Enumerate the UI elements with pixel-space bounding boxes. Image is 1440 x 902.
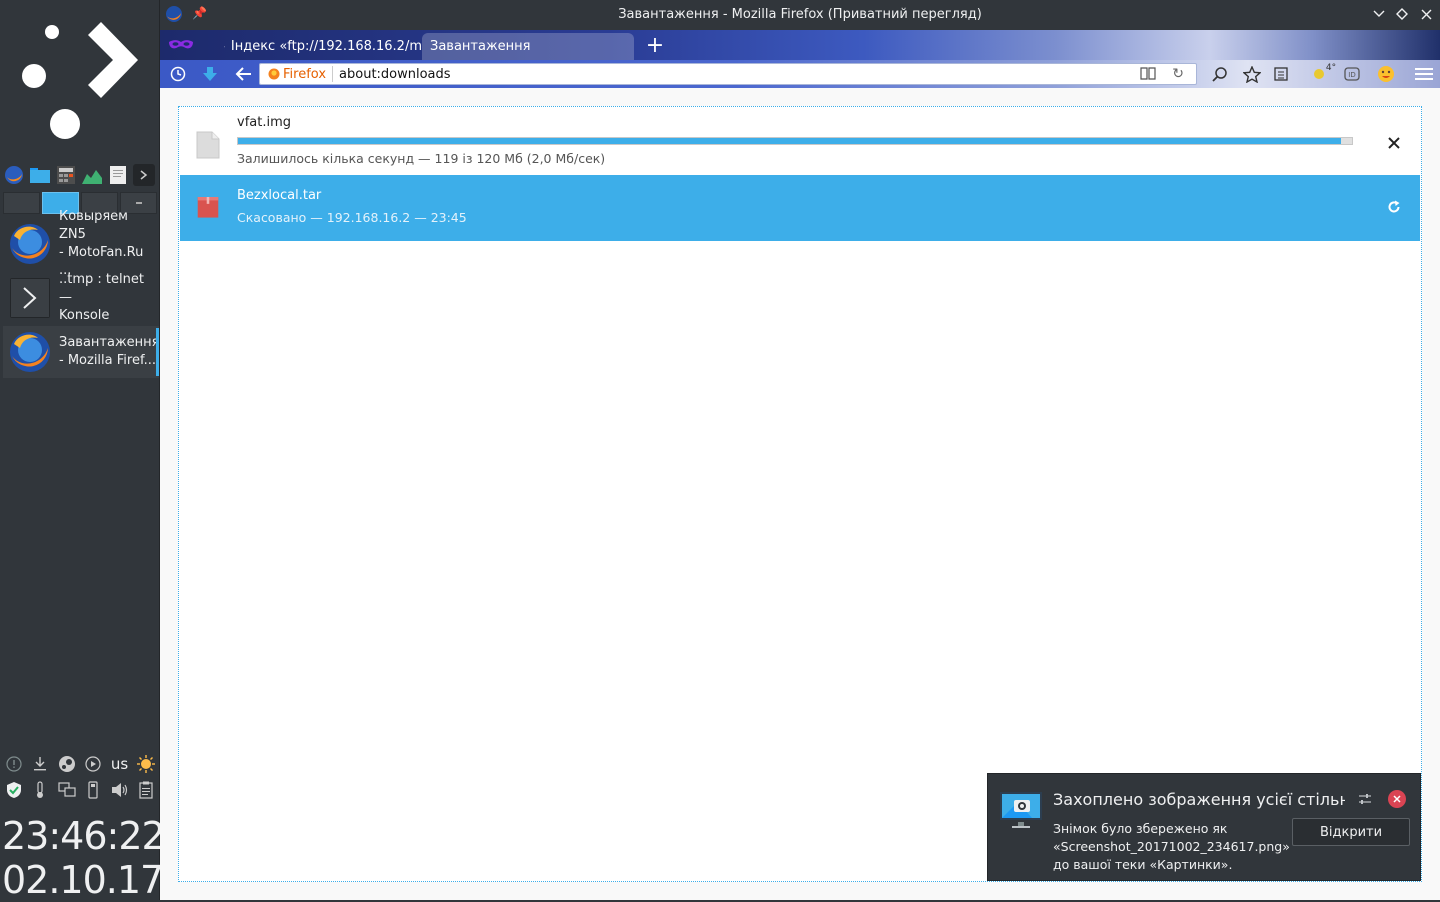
usb-device-icon[interactable] bbox=[83, 780, 103, 800]
firefox-icon bbox=[268, 68, 280, 80]
window-titlebar[interactable]: 📌 Завантаження - Mozilla Firefox (Приват… bbox=[160, 0, 1440, 30]
url-text[interactable]: about:downloads bbox=[339, 67, 451, 82]
downloads-arrow-icon[interactable] bbox=[200, 64, 220, 84]
file-icon bbox=[196, 131, 220, 159]
weather-temperature: 4° bbox=[1326, 63, 1336, 73]
window-title: Завантаження - Mozilla Firefox (Приватни… bbox=[160, 7, 1440, 22]
firefox-icon bbox=[7, 329, 53, 375]
screenshot-notification[interactable]: Захоплено зображення усієї стільн... Зні… bbox=[987, 773, 1421, 881]
notification-settings-icon[interactable] bbox=[1356, 790, 1374, 808]
reader-view-icon[interactable] bbox=[1140, 66, 1156, 84]
left-panel: Ковыряем ZN5 - MotoFan.Ru ... ..tmp : te… bbox=[0, 0, 160, 900]
bookmark-star-icon[interactable] bbox=[1242, 64, 1262, 84]
task-manager: Ковыряем ZN5 - MotoFan.Ru ... ..tmp : te… bbox=[3, 218, 159, 380]
retry-download-button[interactable] bbox=[1384, 197, 1404, 217]
download-status: Скасовано — 192.168.16.2 — 23:45 bbox=[237, 210, 467, 225]
system-tray: us bbox=[4, 752, 156, 804]
weather-sun-icon[interactable] bbox=[136, 754, 156, 774]
page-icon bbox=[224, 39, 225, 55]
history-clock-icon[interactable] bbox=[168, 64, 188, 84]
maximize-button[interactable] bbox=[1393, 5, 1411, 23]
firefox-window: 📌 Завантаження - Mozilla Firefox (Приват… bbox=[160, 0, 1440, 900]
svg-text:ID: ID bbox=[1348, 71, 1355, 79]
private-browsing-mask-icon bbox=[168, 36, 194, 54]
url-separator bbox=[332, 66, 333, 82]
system-monitor-icon[interactable] bbox=[81, 164, 103, 186]
download-item[interactable]: Bezxlocal.tar Скасовано — 192.168.16.2 —… bbox=[180, 175, 1420, 241]
weather-sun-icon bbox=[1312, 67, 1326, 81]
back-button[interactable] bbox=[234, 64, 254, 84]
clock-time[interactable]: 23:46:22 bbox=[2, 814, 165, 858]
task-item[interactable]: ..tmp : telnet — Konsole bbox=[3, 272, 159, 324]
network-icon[interactable] bbox=[57, 780, 77, 800]
tab-label: Індекс «ftp://192.168.16.2/m bbox=[231, 39, 422, 54]
search-icon[interactable] bbox=[1210, 64, 1230, 84]
screenshot-app-icon bbox=[998, 790, 1044, 830]
desktop-1[interactable] bbox=[3, 192, 40, 214]
reload-icon[interactable]: ↻ bbox=[1172, 66, 1184, 82]
open-screenshot-button[interactable]: Відкрити bbox=[1292, 818, 1410, 846]
task-item[interactable]: Ковыряем ZN5 - MotoFan.Ru ... bbox=[3, 218, 159, 270]
retry-icon bbox=[1387, 200, 1401, 214]
download-item[interactable]: vfat.img Залишилось кілька секунд — 119 … bbox=[180, 113, 1420, 177]
new-tab-button[interactable]: + bbox=[644, 34, 666, 56]
konsole-icon bbox=[7, 275, 53, 321]
notification-body: Знімок було збережено як «Screenshot_201… bbox=[1053, 820, 1283, 874]
downloads-list[interactable]: vfat.img Залишилось кілька секунд — 119 … bbox=[178, 106, 1422, 882]
close-button[interactable] bbox=[1417, 5, 1435, 23]
hamburger-menu-icon[interactable] bbox=[1414, 64, 1434, 84]
application-launcher-icon[interactable] bbox=[14, 14, 144, 144]
tab-downloads[interactable]: Завантаження bbox=[422, 33, 634, 60]
download-progress-bar bbox=[237, 137, 1353, 145]
download-icon[interactable] bbox=[30, 754, 50, 774]
close-icon bbox=[1393, 795, 1401, 803]
extension-icon[interactable]: ID bbox=[1342, 64, 1362, 84]
download-filename: Bezxlocal.tar bbox=[237, 188, 321, 203]
clipboard-icon[interactable] bbox=[136, 780, 156, 800]
weather-icon[interactable]: 4° bbox=[1308, 64, 1340, 84]
archive-file-icon bbox=[196, 197, 220, 221]
text-editor-icon[interactable] bbox=[107, 164, 129, 186]
cancel-download-button[interactable] bbox=[1384, 133, 1404, 153]
task-label: ..tmp : telnet — Konsole bbox=[59, 271, 157, 325]
minimize-button[interactable] bbox=[1370, 5, 1388, 23]
download-status: Залишилось кілька секунд — 119 із 120 Мб… bbox=[237, 151, 605, 166]
emoji-smile-icon[interactable] bbox=[1376, 64, 1396, 84]
task-label: Завантаження - Mozilla Firef... bbox=[59, 334, 157, 370]
notification-title: Захоплено зображення усієї стільн... bbox=[1053, 790, 1345, 809]
notification-close-button[interactable] bbox=[1388, 790, 1406, 808]
temperature-icon[interactable] bbox=[30, 780, 50, 800]
tab-ftp-index[interactable]: Індекс «ftp://192.168.16.2/m bbox=[216, 33, 422, 60]
volume-icon[interactable] bbox=[110, 780, 130, 800]
folder-icon[interactable] bbox=[29, 164, 51, 186]
download-progress-fill bbox=[238, 138, 1341, 144]
close-icon bbox=[1388, 137, 1400, 149]
tab-label: Завантаження bbox=[430, 39, 531, 54]
tab-bar: Індекс «ftp://192.168.16.2/m Завантаженн… bbox=[160, 30, 1440, 60]
calculator-icon[interactable] bbox=[55, 164, 77, 186]
firefox-icon bbox=[7, 221, 53, 267]
terminal-icon[interactable] bbox=[133, 164, 155, 186]
media-player-icon[interactable] bbox=[83, 754, 103, 774]
security-shield-icon[interactable] bbox=[4, 780, 24, 800]
download-filename: vfat.img bbox=[237, 115, 291, 130]
firefox-icon[interactable] bbox=[3, 164, 25, 186]
navigation-toolbar: Firefox about:downloads ↻ 4° ID bbox=[160, 60, 1440, 88]
quick-launch bbox=[3, 164, 157, 186]
notifications-icon[interactable] bbox=[4, 754, 24, 774]
site-identity-label: Firefox bbox=[283, 67, 326, 82]
keyboard-layout[interactable]: us bbox=[110, 754, 130, 774]
clock-date[interactable]: 02.10.17 bbox=[2, 858, 163, 902]
task-item[interactable]: Завантаження - Mozilla Firef... bbox=[3, 326, 159, 378]
steam-icon[interactable] bbox=[57, 754, 77, 774]
site-identity[interactable]: Firefox bbox=[260, 67, 326, 82]
url-bar[interactable]: Firefox about:downloads ↻ bbox=[259, 63, 1197, 85]
bookmarks-menu-icon[interactable] bbox=[1271, 64, 1291, 84]
task-label: Ковыряем ZN5 - MotoFan.Ru ... bbox=[59, 208, 157, 280]
